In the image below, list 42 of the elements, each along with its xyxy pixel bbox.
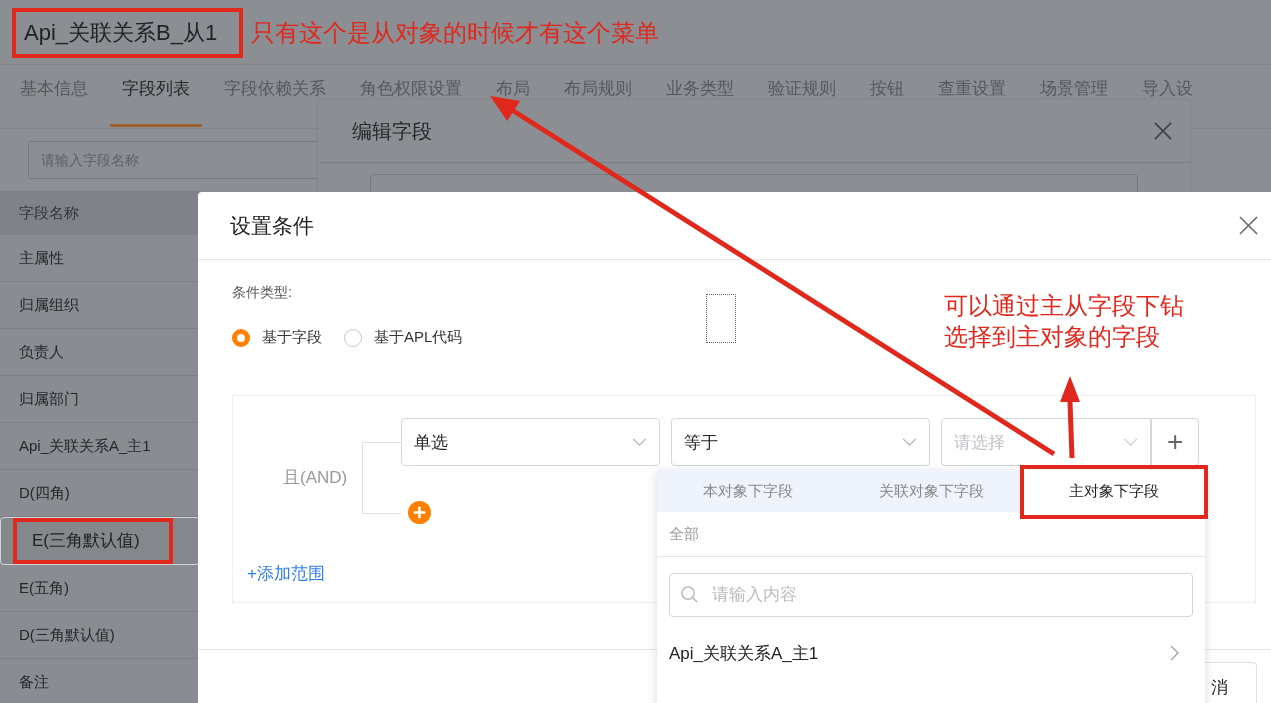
item-label: Api_关联关系A_主1 [669, 642, 819, 665]
select-field[interactable]: 单选 [401, 418, 661, 466]
list-item[interactable]: Api_关联关系A_主1 [657, 617, 1205, 689]
annotation-text: 只有这个是从对象的时候才有这个菜单 [251, 18, 660, 48]
table-cell: 归属组织 [19, 296, 79, 313]
search-icon [681, 586, 698, 603]
column-header: 字段名称 [0, 191, 200, 235]
category-label: 全部 [657, 512, 1205, 557]
chevron-down-icon [632, 437, 648, 447]
table-cell: 主属性 [19, 249, 64, 266]
field-label: 条件类型: [232, 284, 293, 302]
annotation-text: 可以通过主从字段下钻 选择到主对象的字段 [944, 291, 1184, 352]
placeholder-frame [706, 294, 736, 343]
page-title: Api_关联关系B_从1 [24, 20, 218, 45]
table-cell: D(四角) [19, 484, 70, 501]
tab[interactable]: 字段列表 [110, 65, 202, 127]
table-cell: E(三角默认值) [32, 531, 140, 550]
table-cell: 归属部门 [19, 390, 79, 407]
table-row[interactable]: E(三角默认值) [0, 517, 200, 565]
table-cell: D(三角默认值) [19, 626, 115, 643]
chevron-down-icon [902, 437, 918, 447]
chevron-right-icon [1170, 645, 1179, 661]
dialog-title: 设置条件 [230, 212, 314, 239]
table-cell: 备注 [19, 673, 49, 690]
table-cell: Api_关联关系A_主1 [19, 437, 151, 454]
radio-option[interactable]: 基于APL代码 [344, 328, 463, 347]
table-cell: E(五角) [19, 579, 69, 596]
add-button[interactable]: + [1151, 418, 1200, 466]
add-circle-icon[interactable] [407, 500, 433, 525]
radio-option[interactable]: 基于字段 [232, 328, 322, 347]
close-icon[interactable] [1154, 122, 1172, 140]
close-icon[interactable] [1239, 216, 1258, 235]
bracket-line [362, 442, 402, 514]
logic-label: 且(AND) [283, 467, 348, 489]
tab[interactable]: 主对象下字段 [1022, 470, 1205, 512]
chevron-down-icon [1123, 437, 1139, 447]
tab[interactable]: 关联对象下字段 [839, 470, 1023, 512]
add-scope-link[interactable]: +添加范围 [247, 562, 325, 585]
select-field[interactable]: 等于 [671, 418, 931, 466]
dialog-title: 编辑字段 [352, 118, 432, 144]
table-cell: 负责人 [19, 343, 64, 360]
tab[interactable]: 本对象下字段 [657, 470, 840, 512]
